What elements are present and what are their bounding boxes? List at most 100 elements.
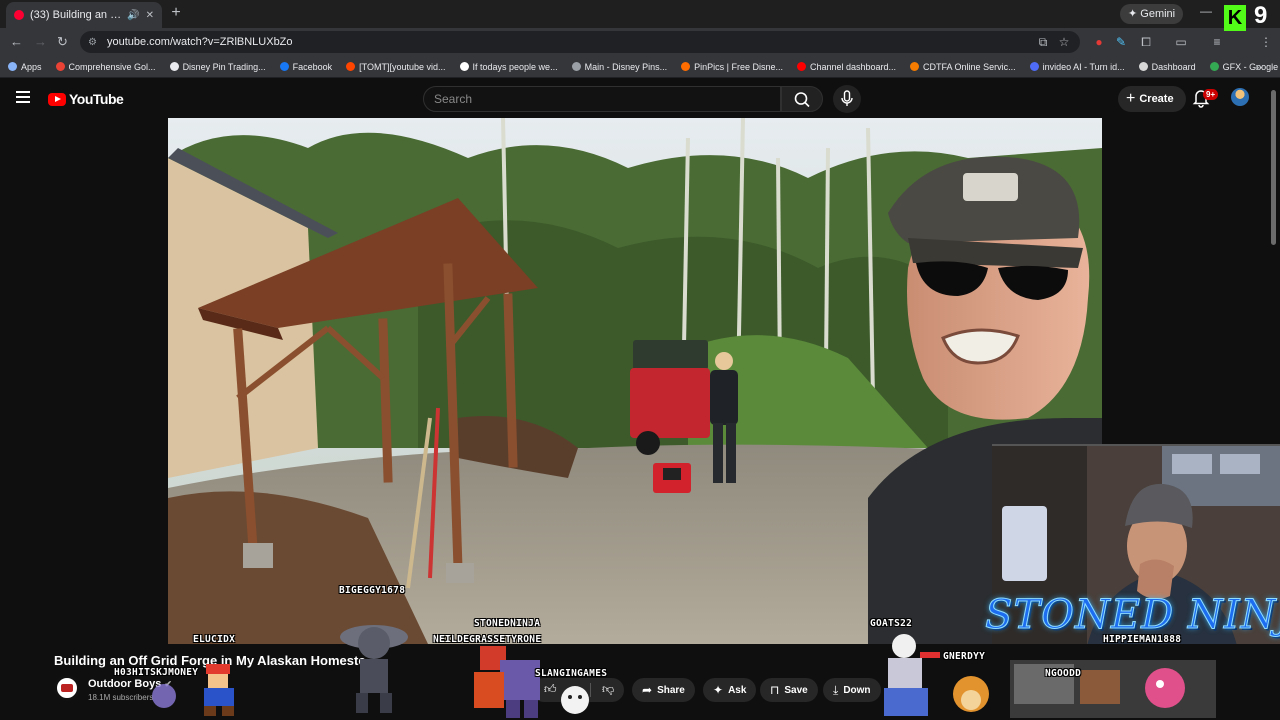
minimize-icon[interactable]: —: [1200, 4, 1212, 18]
video-player[interactable]: [168, 118, 1102, 644]
bookmark-label: Comprehensive Gol...: [68, 61, 156, 72]
chat-name-tag: H03HITSKJMONEY: [114, 667, 199, 678]
create-button[interactable]: + Create: [1118, 86, 1186, 112]
speaker-icon[interactable]: 🔊: [127, 10, 139, 21]
bookmark-label: GFX - Google Drive: [1222, 61, 1280, 72]
bookmark-item[interactable]: If todays people we...: [459, 61, 558, 72]
bookmark-label: [TOMT][youtube vid...: [359, 61, 446, 72]
bookmark-item[interactable]: invideo AI - Turn id...: [1029, 61, 1125, 72]
bookmark-favicon-icon: [681, 62, 691, 71]
youtube-favicon-icon: [14, 10, 24, 20]
warrior-sprite-icon: [884, 634, 940, 716]
bookmark-favicon-icon: [8, 62, 17, 71]
bookmark-item[interactable]: Main - Disney Pins...: [571, 61, 668, 72]
guide-menu-icon[interactable]: [16, 91, 30, 103]
bookmark-favicon-icon: [169, 62, 179, 71]
bookmark-item[interactable]: GFX - Google Drive: [1209, 61, 1280, 72]
media-controls-icon[interactable]: ≡: [1210, 35, 1224, 49]
bookmark-favicon-icon: [796, 62, 806, 71]
browser-menu-icon[interactable]: ⋮: [1259, 35, 1273, 49]
address-bar[interactable]: ⚙ youtube.com/watch?v=ZRlBNLUXbZo: [80, 31, 1080, 53]
kick-logo-overlay: K: [1224, 5, 1246, 31]
channel-avatar[interactable]: [54, 675, 80, 701]
bookmark-label: If todays people we...: [472, 61, 558, 72]
extension-blue-icon[interactable]: ✎: [1114, 35, 1128, 49]
download-button[interactable]: ⤓ Down: [823, 678, 881, 702]
download-arrow-icon: ⤓: [833, 682, 839, 697]
ask-button[interactable]: ✦ Ask: [703, 678, 757, 702]
bookmarks-overflow-icon[interactable]: »: [1255, 60, 1262, 74]
new-tab-button[interactable]: +: [168, 5, 184, 21]
bookmark-item[interactable]: Dashboard: [1138, 62, 1196, 72]
chat-name-tag: GNERDYY: [943, 651, 986, 662]
mario-sprite-icon: [204, 664, 234, 716]
url-text: youtube.com/watch?v=ZRlBNLUXbZo: [106, 36, 293, 48]
dislike-thumb-icon[interactable]: 👎︎: [602, 682, 614, 697]
extension-red-icon[interactable]: ●: [1092, 35, 1106, 49]
fighter-robot-sprite-icon: [474, 646, 540, 718]
ask-label: Ask: [728, 684, 747, 696]
gemini-button[interactable]: ✦ Gemini: [1120, 4, 1184, 24]
create-label: Create: [1139, 93, 1174, 105]
chat-name-tag: ELUCIDX: [193, 634, 236, 645]
stoned-ninja-logo: STONED NINJA: [985, 592, 1280, 639]
site-info-icon[interactable]: ⚙: [88, 37, 97, 48]
page-scrollbar[interactable]: [1271, 90, 1276, 245]
bookmark-item[interactable]: PinPics | Free Disne...: [681, 62, 783, 72]
bookmark-item[interactable]: Comprehensive Gol...: [55, 61, 156, 72]
back-arrow-icon[interactable]: ←: [10, 34, 23, 49]
search-button[interactable]: [781, 86, 823, 112]
youtube-play-icon: [48, 92, 66, 106]
share-button[interactable]: ➦ Share: [632, 678, 695, 702]
browser-tab[interactable]: (33) Building an Off Grid Fo 🔊 ✕: [6, 2, 162, 28]
bookmark-label: invideo AI - Turn id...: [1042, 61, 1125, 72]
extensions-puzzle-icon[interactable]: ⧠: [1139, 35, 1153, 49]
bookmark-item[interactable]: [TOMT][youtube vid...: [346, 61, 446, 72]
bookmark-item[interactable]: Disney Pin Trading...: [169, 61, 266, 72]
chat-name-tag: HIPPIEMAN1888: [1103, 634, 1182, 645]
install-app-icon[interactable]: ⧉: [1036, 35, 1050, 49]
download-label: Down: [843, 684, 871, 696]
bookmark-icon: ⊓: [770, 683, 780, 697]
bookmark-item[interactable]: Facebook: [279, 61, 333, 72]
bookmark-favicon-icon: [1209, 62, 1219, 71]
search-input[interactable]: [434, 87, 780, 111]
bookmark-label: Disney Pin Trading...: [182, 61, 266, 72]
forward-arrow-icon[interactable]: →: [34, 34, 47, 49]
notifications-badge: 9+: [1203, 89, 1219, 100]
bookmark-favicon-icon: [346, 62, 356, 71]
bookmark-item[interactable]: Channel dashboard...: [796, 62, 896, 72]
chat-name-tag: SLANGINGAMES: [535, 668, 608, 679]
save-label: Save: [784, 684, 808, 696]
browser-tab-strip: (33) Building an Off Grid Fo 🔊 ✕ + ✦ Gem…: [0, 0, 1280, 31]
bookmark-item[interactable]: Apps: [8, 62, 42, 72]
bookmark-item[interactable]: CDTFA Online Servic...: [910, 62, 1016, 72]
bookmark-favicon-icon: [1138, 62, 1148, 71]
bookmark-favicon-icon: [55, 62, 65, 71]
bookmark-label: Facebook: [292, 61, 333, 72]
ghost-sprite-icon: [152, 684, 176, 708]
chat-name-tag: STONEDNINJA: [474, 618, 541, 629]
close-tab-icon[interactable]: ✕: [146, 10, 154, 21]
plus-icon: +: [1126, 90, 1136, 107]
search-box: [423, 86, 781, 112]
voice-search-button[interactable]: [833, 85, 861, 113]
chat-name-tag: GOATS22: [870, 618, 913, 629]
bookmark-favicon-icon: [279, 62, 289, 71]
gemini-label: Gemini: [1140, 8, 1176, 20]
bookmark-star-icon[interactable]: ☆: [1057, 35, 1071, 49]
browser-toolbar: ← → ↻ ⚙ youtube.com/watch?v=ZRlBNLUXbZo …: [0, 28, 1280, 56]
pixel-scene-sprite-icon: [1010, 660, 1216, 718]
account-avatar[interactable]: [1231, 88, 1249, 106]
bookmark-label: Main - Disney Pins...: [584, 61, 668, 72]
bookmark-label: PinPics | Free Disne...: [694, 61, 783, 72]
bookmark-favicon-icon: [571, 62, 581, 71]
youtube-logo-text: YouTube: [69, 91, 124, 107]
youtube-logo[interactable]: YouTube: [48, 91, 124, 107]
bookmark-label: CDTFA Online Servic...: [923, 61, 1016, 72]
reload-icon[interactable]: ↻: [57, 34, 68, 50]
subscriber-count: 18.1M subscribers: [88, 693, 154, 702]
share-arrow-icon: ➦: [642, 683, 653, 697]
side-panel-icon[interactable]: ▭: [1174, 35, 1188, 49]
save-button[interactable]: ⊓ Save: [760, 678, 818, 702]
